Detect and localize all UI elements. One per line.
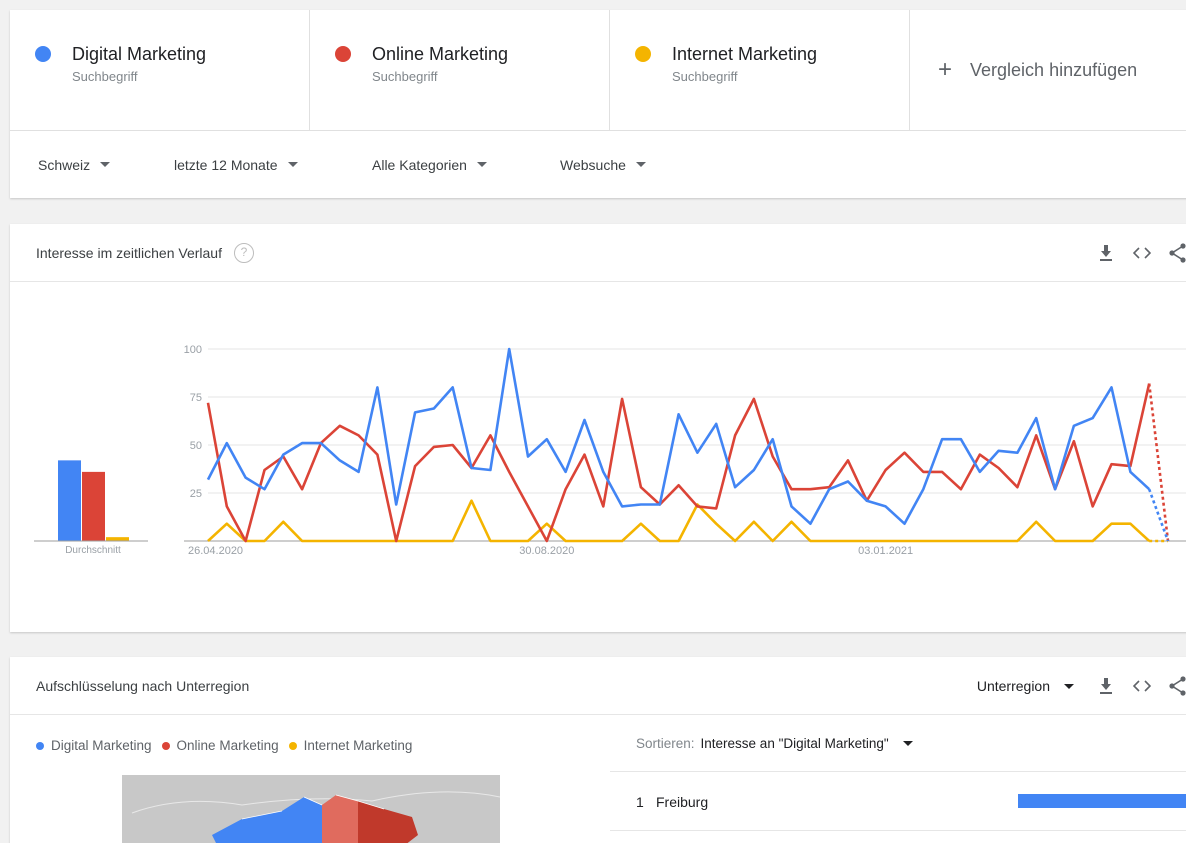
y-tick-label: 75	[190, 392, 202, 404]
caret-down-icon	[1064, 683, 1074, 689]
card-header: Aufschlüsselung nach Unterregion Unterre…	[10, 657, 1186, 715]
legend-dot	[161, 741, 170, 750]
category-filter-label: Alle Kategorien	[372, 156, 467, 173]
subregion-card: Aufschlüsselung nach Unterregion Unterre…	[10, 657, 1186, 843]
search-type-filter-label: Websuche	[560, 156, 626, 173]
add-comparison-button[interactable]: + Vergleich hinzufügen	[910, 10, 1186, 130]
search-terms-row: Digital Marketing Suchbegriff Online Mar…	[10, 10, 1186, 131]
sort-dropdown[interactable]: Interesse an "Digital Marketing"	[701, 736, 913, 751]
search-term-online-marketing[interactable]: Online Marketing Suchbegriff	[310, 10, 610, 130]
caret-down-icon	[287, 162, 298, 167]
embed-icon[interactable]	[1130, 674, 1154, 698]
caret-down-icon	[100, 162, 111, 167]
search-term-type: Suchbegriff	[672, 69, 738, 84]
search-term-digital-marketing[interactable]: Digital Marketing Suchbegriff	[10, 10, 310, 130]
granularity-label: Unterregion	[976, 678, 1050, 694]
average-bar	[58, 460, 81, 541]
legend-item: Online Marketing	[161, 738, 279, 753]
interest-over-time-card: Interesse im zeitlichen Verlauf ? 100 75 5…	[10, 224, 1186, 632]
series-partial-segment	[1147, 383, 1170, 542]
legend-dot	[36, 741, 44, 750]
x-tick-label: 03.01.2021	[858, 545, 913, 557]
region-name: Freiburg	[656, 793, 709, 810]
y-tick-label: 25	[190, 488, 202, 500]
legend-label: Internet Marketing	[303, 738, 413, 753]
legend-label: Online Marketing	[176, 738, 279, 753]
caret-down-icon	[476, 162, 487, 167]
caret-down-icon	[635, 162, 646, 167]
legend-item: Digital Marketing	[36, 738, 152, 753]
sort-label: Sortieren:	[636, 736, 695, 751]
card-actions	[1082, 224, 1186, 282]
share-icon[interactable]	[1166, 674, 1186, 698]
search-term-type: Suchbegriff	[72, 69, 138, 84]
legend-item: Internet Marketing	[288, 738, 413, 753]
series-color-dot	[35, 46, 51, 62]
time-filter-dropdown[interactable]: letzte 12 Monate	[174, 157, 372, 173]
filter-bar: Schweiz letzte 12 Monate Alle Kategorien…	[10, 131, 1186, 198]
series-line-internet-marketing	[207, 499, 1151, 543]
map-legend: Digital Marketing Online Marketing Inter…	[36, 738, 422, 753]
search-term-internet-marketing[interactable]: Internet Marketing Suchbegriff	[610, 10, 910, 130]
granularity-dropdown[interactable]: Unterregion	[977, 678, 1074, 694]
search-type-filter-dropdown[interactable]: Websuche	[560, 157, 646, 173]
card-title: Interesse im zeitlichen Verlauf	[36, 244, 222, 261]
share-icon[interactable]	[1166, 241, 1186, 265]
y-tick-label: 50	[190, 440, 202, 452]
caret-down-icon	[902, 741, 913, 746]
y-tick-label: 100	[184, 344, 202, 356]
region-list-item[interactable]: 1 Freiburg	[610, 773, 1186, 831]
region-filter-label: Schweiz	[38, 156, 91, 173]
search-term-name: Online Marketing	[372, 44, 509, 64]
x-tick-label: 26.04.2020	[188, 545, 243, 557]
x-tick-label: 30.08.2020	[519, 545, 574, 557]
search-term-name: Internet Marketing	[672, 44, 818, 64]
region-rank: 1	[636, 793, 644, 810]
time-filter-label: letzte 12 Monate	[174, 156, 278, 173]
download-icon[interactable]	[1094, 674, 1118, 698]
add-comparison-label: Vergleich hinzufügen	[970, 59, 1138, 80]
series-line-digital-marketing	[206, 347, 1151, 525]
card-header: Interesse im zeitlichen Verlauf ?	[10, 224, 1186, 282]
search-term-name: Digital Marketing	[72, 44, 207, 64]
interest-chart: 100 75 50 25 Durchschnitt 26.04.2020 30.08.202…	[34, 344, 1186, 557]
region-interest-bar	[1018, 794, 1186, 808]
average-label: Durchschnitt	[65, 545, 121, 556]
series-color-dot	[635, 46, 651, 62]
plus-icon: +	[938, 56, 953, 83]
subregion-map[interactable]	[122, 775, 500, 843]
average-bar	[106, 537, 129, 541]
series-line-online-marketing	[206, 383, 1151, 543]
search-term-type: Suchbegriff	[372, 69, 438, 84]
compare-card: Digital Marketing Suchbegriff Online Mar…	[10, 10, 1186, 198]
sort-value: Interesse an "Digital Marketing"	[700, 736, 889, 751]
average-bar	[82, 471, 105, 541]
legend-label: Digital Marketing	[51, 738, 152, 753]
help-icon[interactable]: ?	[233, 242, 254, 263]
legend-dot	[288, 741, 297, 750]
embed-icon[interactable]	[1130, 241, 1154, 265]
region-shape[interactable]	[322, 795, 358, 843]
region-filter-dropdown[interactable]: Schweiz	[38, 157, 174, 173]
card-title: Aufschlüsselung nach Unterregion	[36, 677, 250, 694]
card-actions: Unterregion	[977, 657, 1186, 715]
category-filter-dropdown[interactable]: Alle Kategorien	[372, 157, 560, 173]
map-shapes	[122, 775, 500, 843]
download-icon[interactable]	[1094, 241, 1118, 265]
sort-row: Sortieren: Interesse an "Digital Marketi…	[610, 716, 1186, 772]
series-color-dot	[335, 46, 351, 62]
